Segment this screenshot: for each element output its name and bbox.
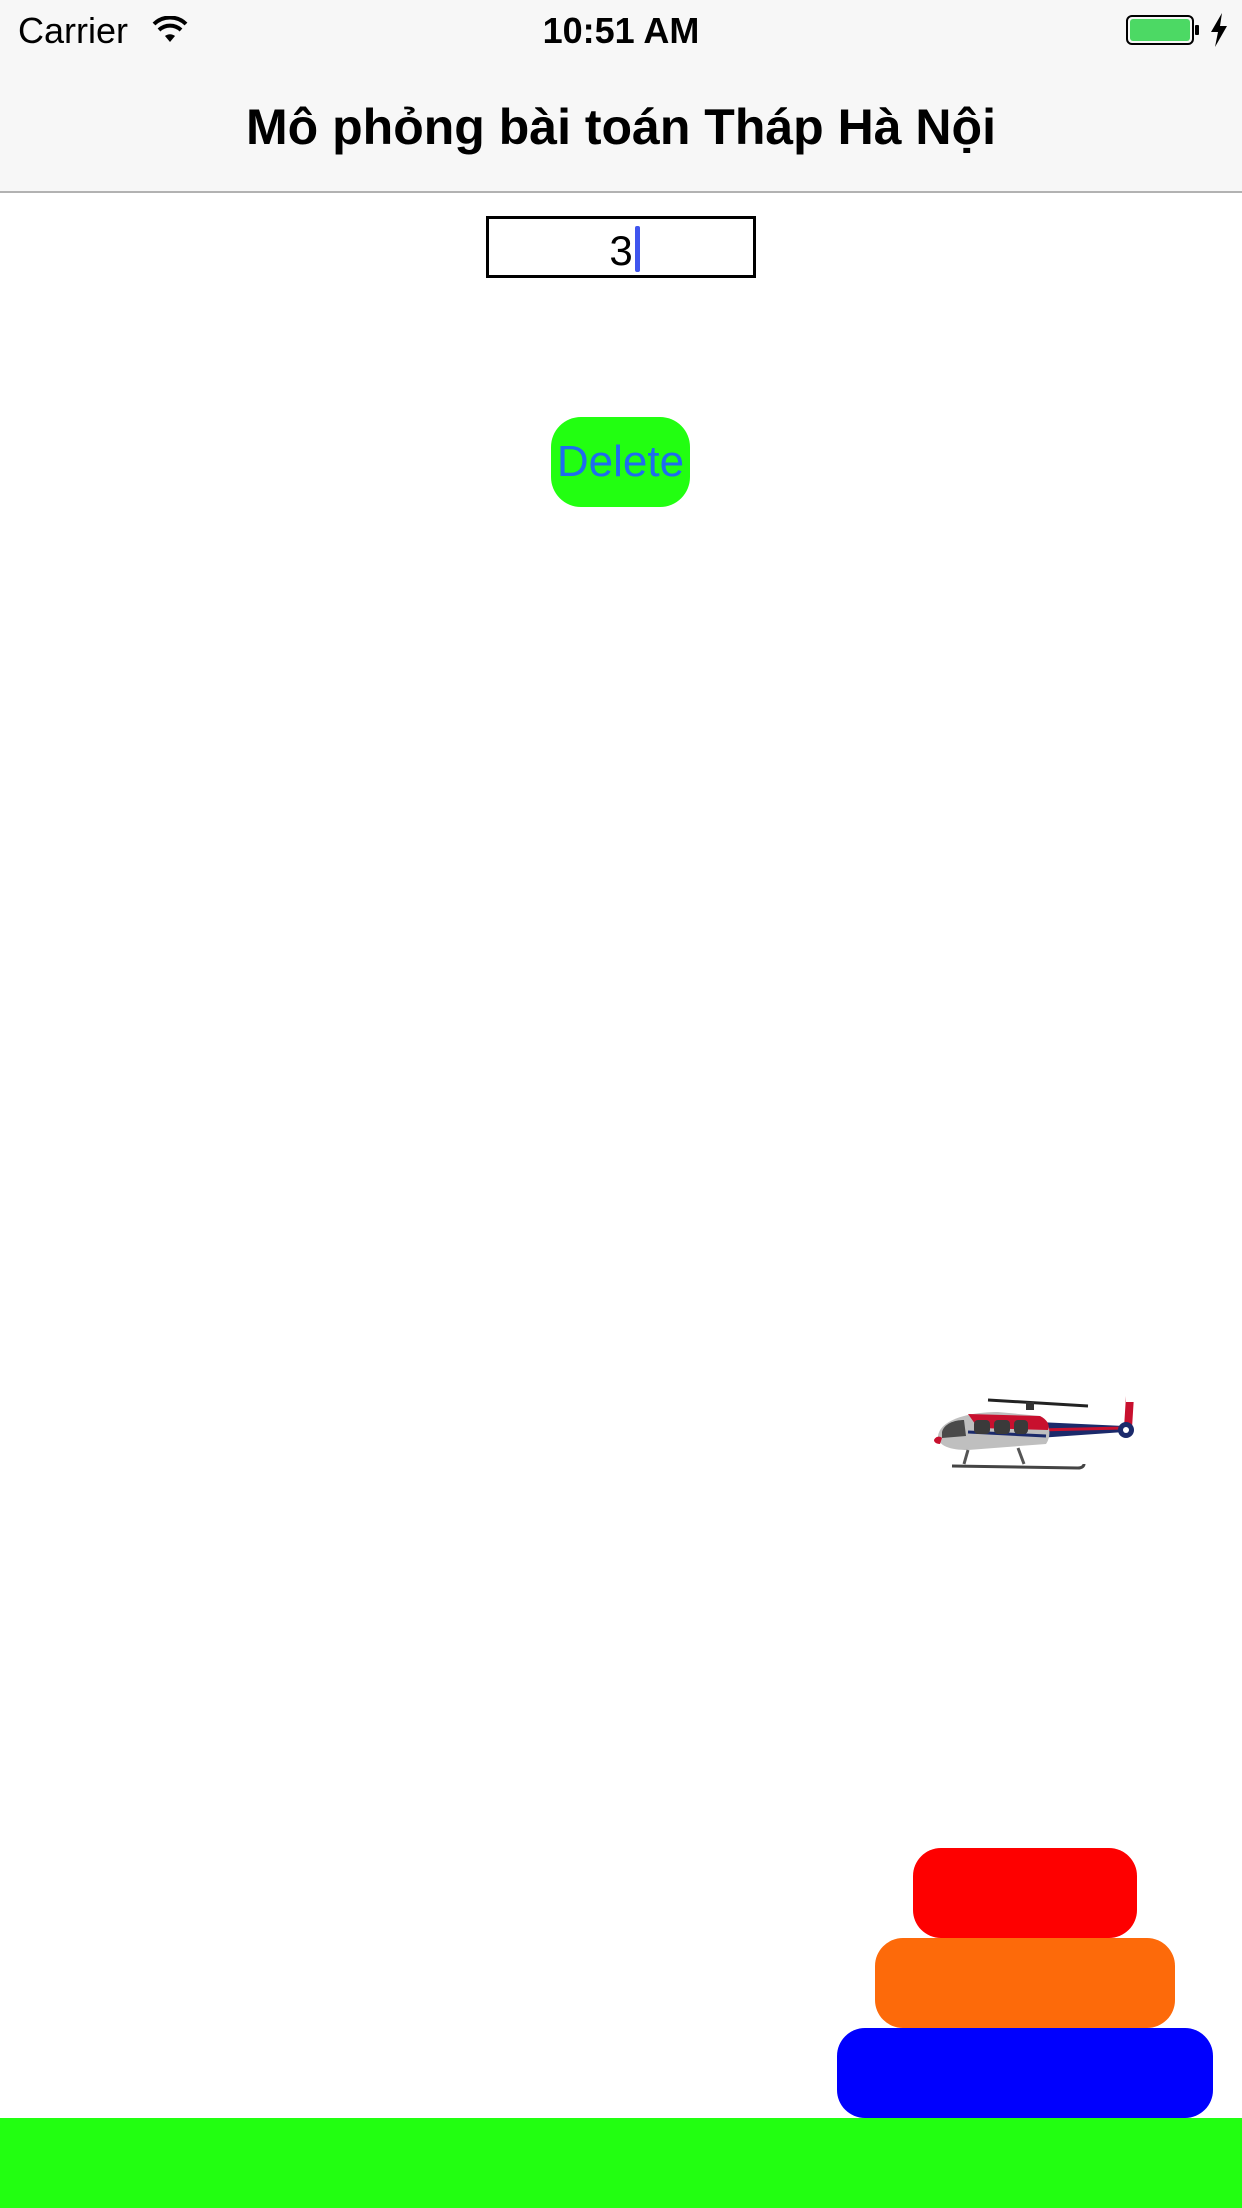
navigation-bar: Mô phỏng bài toán Tháp Hà Nội xyxy=(0,60,1242,193)
ground-base xyxy=(0,2118,1242,2208)
charging-icon xyxy=(1211,13,1227,47)
disc-count-input[interactable]: 3 xyxy=(486,216,756,278)
page-title: Mô phỏng bài toán Tháp Hà Nội xyxy=(246,99,996,155)
battery-icon xyxy=(1126,15,1199,45)
status-bar: Carrier 10:51 AM xyxy=(0,0,1242,60)
status-time: 10:51 AM xyxy=(542,10,700,51)
disc-small xyxy=(913,1848,1137,1938)
helicopter-image xyxy=(934,1396,1134,1470)
disc-large xyxy=(837,2028,1213,2118)
disc-count-value: 3 xyxy=(609,227,633,274)
delete-button[interactable]: Delete xyxy=(551,417,690,507)
app-screen: Carrier 10:51 AM Mô phỏng bài toán Tháp … xyxy=(0,0,1242,2208)
text-caret xyxy=(635,226,640,272)
disc-medium xyxy=(875,1938,1175,2028)
